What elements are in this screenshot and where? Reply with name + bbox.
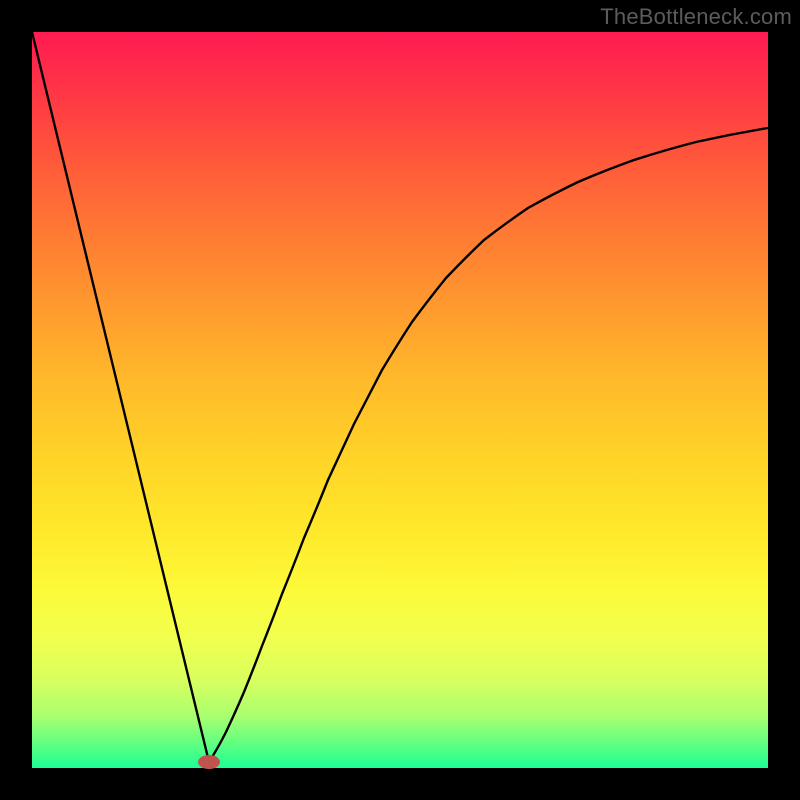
plot-area [32, 32, 768, 768]
chart-frame: TheBottleneck.com [0, 0, 800, 800]
curve-left-branch [32, 32, 209, 762]
minimum-marker [198, 755, 220, 769]
curve-svg [32, 32, 768, 768]
watermark-text: TheBottleneck.com [600, 4, 792, 30]
curve-right-branch [209, 128, 768, 762]
